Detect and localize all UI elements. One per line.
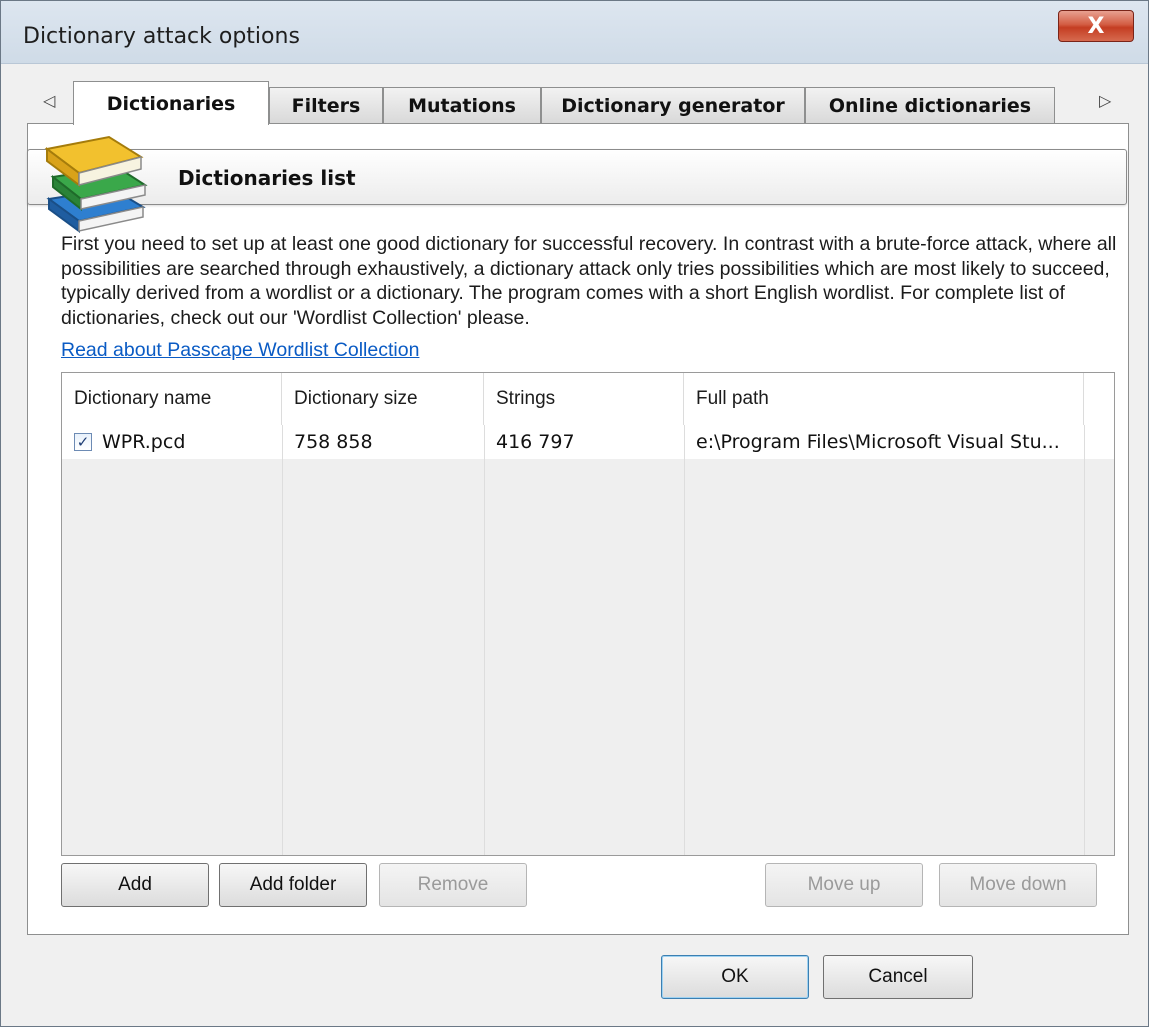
tab-filters[interactable]: Filters bbox=[269, 87, 383, 123]
cell-strings: 416 797 bbox=[496, 431, 575, 453]
tab-dictionaries[interactable]: Dictionaries bbox=[73, 81, 269, 125]
grid-column-divider bbox=[282, 425, 283, 855]
wordlist-collection-link[interactable]: Read about Passcape Wordlist Collection bbox=[61, 339, 419, 362]
close-icon: X bbox=[1087, 13, 1105, 39]
row-checkbox[interactable]: ✓ bbox=[74, 433, 92, 451]
cell-full-path: e:\Program Files\Microsoft Visual Stu... bbox=[696, 431, 1060, 453]
remove-button[interactable]: Remove bbox=[379, 863, 527, 907]
column-header-strings[interactable]: Strings bbox=[484, 373, 684, 425]
move-down-button[interactable]: Move down bbox=[939, 863, 1097, 907]
tab-scroll-right-icon[interactable]: ▷ bbox=[1099, 91, 1111, 110]
column-header-dictionary-name[interactable]: Dictionary name bbox=[62, 373, 282, 425]
cell-dictionary-name: ✓ WPR.pcd bbox=[62, 425, 282, 459]
tab-strip: ◁ Dictionaries Filters Mutations Diction… bbox=[13, 77, 1137, 125]
description-text: First you need to set up at least one go… bbox=[61, 233, 1117, 329]
grid-column-divider bbox=[484, 425, 485, 855]
section-title: Dictionaries list bbox=[178, 166, 356, 190]
grid-column-divider bbox=[1084, 425, 1085, 855]
section-header: Dictionaries list bbox=[27, 149, 1127, 205]
dictionaries-grid[interactable]: Dictionary name Dictionary size Strings … bbox=[61, 372, 1115, 856]
dialog-window: Dictionary attack options X ◁ Dictionari… bbox=[0, 0, 1149, 1027]
grid-header: Dictionary name Dictionary size Strings … bbox=[62, 373, 1114, 426]
table-row[interactable]: ✓ WPR.pcd 758 858 416 797 e:\Program Fil… bbox=[62, 425, 1114, 459]
title-bar: Dictionary attack options X bbox=[1, 1, 1148, 64]
dialog-client: ◁ Dictionaries Filters Mutations Diction… bbox=[13, 77, 1137, 1017]
tab-mutations[interactable]: Mutations bbox=[383, 87, 541, 123]
books-icon bbox=[44, 135, 148, 233]
close-button[interactable]: X bbox=[1058, 10, 1134, 42]
column-header-dictionary-size[interactable]: Dictionary size bbox=[282, 373, 484, 425]
dictionary-name: WPR.pcd bbox=[102, 431, 186, 453]
ok-button[interactable]: OK bbox=[661, 955, 809, 999]
window-title: Dictionary attack options bbox=[23, 24, 300, 49]
add-button[interactable]: Add bbox=[61, 863, 209, 907]
cancel-button[interactable]: Cancel bbox=[823, 955, 973, 999]
tab-scroll-left-icon[interactable]: ◁ bbox=[43, 91, 55, 110]
tab-dictionary-generator[interactable]: Dictionary generator bbox=[541, 87, 805, 123]
add-folder-button[interactable]: Add folder bbox=[219, 863, 367, 907]
column-header-full-path[interactable]: Full path bbox=[684, 373, 1084, 425]
tab-online-dictionaries[interactable]: Online dictionaries bbox=[805, 87, 1055, 123]
grid-column-divider bbox=[684, 425, 685, 855]
move-up-button[interactable]: Move up bbox=[765, 863, 923, 907]
cell-dictionary-size: 758 858 bbox=[294, 431, 373, 453]
